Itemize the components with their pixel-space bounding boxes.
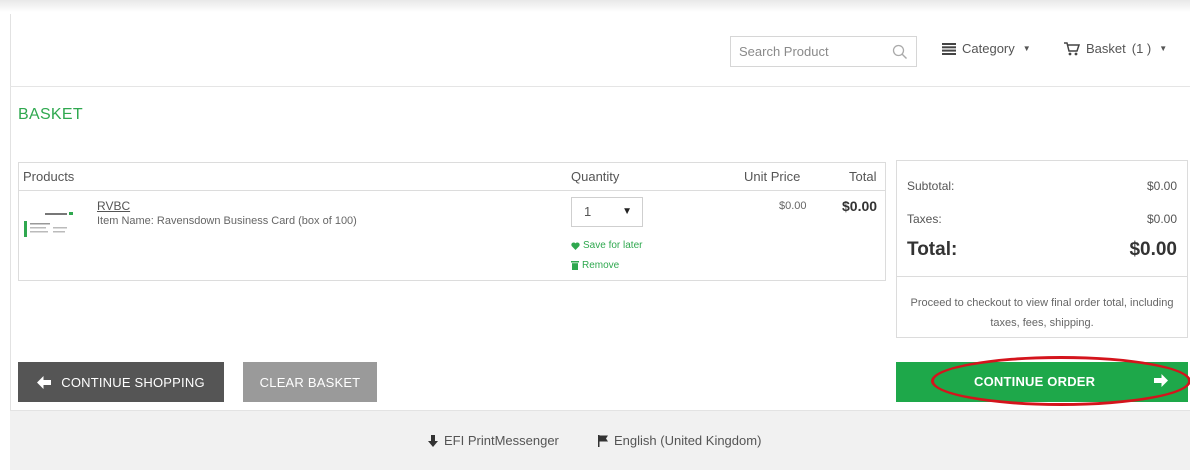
quantity-value: 1 <box>584 204 592 219</box>
download-icon <box>428 434 438 447</box>
cart-icon <box>1064 41 1080 55</box>
table-header: Products Quantity Unit Price Total <box>19 163 885 191</box>
total-label: Total: <box>907 239 958 260</box>
column-header-quantity: Quantity <box>571 169 620 184</box>
page-title: BASKET <box>18 106 83 123</box>
language-link[interactable]: English (United Kingdom) <box>598 433 761 448</box>
taxes-row: Taxes: $0.00 <box>907 212 1177 226</box>
product-thumbnail[interactable] <box>23 211 81 239</box>
total-row: Total: $0.00 <box>907 239 1177 261</box>
remove-link[interactable]: Remove <box>571 260 619 271</box>
caret-down-icon: ▼ <box>1159 44 1168 53</box>
column-header-unit-price: Unit Price <box>744 169 801 184</box>
save-for-later-label: Save for later <box>583 240 643 251</box>
remove-label: Remove <box>582 260 620 271</box>
save-for-later-link[interactable]: Save for later <box>571 240 642 251</box>
list-icon <box>942 42 956 55</box>
basket-label: Basket <box>1086 41 1126 56</box>
search-icon[interactable] <box>892 44 908 60</box>
category-menu[interactable]: Category ▼ <box>942 41 1031 56</box>
subtotal-row: Subtotal: $0.00 <box>907 179 1177 193</box>
clear-basket-label: CLEAR BASKET <box>259 374 361 390</box>
product-sku-link[interactable]: RVBC <box>97 199 130 213</box>
caret-down-icon: ▼ <box>1022 44 1031 53</box>
continue-order-label: CONTINUE ORDER <box>974 374 1096 389</box>
search-box <box>730 36 917 67</box>
flag-icon <box>598 434 608 447</box>
order-summary: Subtotal: $0.00 Taxes: $0.00 Total: $0.0… <box>896 160 1188 338</box>
basket-count: (1 ) <box>1131 41 1152 56</box>
arrow-right-icon <box>1154 374 1168 387</box>
top-shadow <box>0 0 1190 12</box>
taxes-value: $0.00 <box>1146 212 1177 226</box>
quantity-select[interactable]: 1 ▼ <box>571 197 643 227</box>
heart-icon <box>571 241 580 250</box>
subtotal-value: $0.00 <box>1146 179 1177 193</box>
taxes-label: Taxes: <box>907 212 942 226</box>
caret-down-icon: ▼ <box>622 206 632 217</box>
search-input[interactable] <box>731 37 881 66</box>
continue-order-button[interactable]: CONTINUE ORDER <box>896 362 1188 402</box>
continue-shopping-button[interactable]: CONTINUE SHOPPING <box>18 362 224 402</box>
line-total-value: $0.00 <box>842 198 878 214</box>
products-table: Products Quantity Unit Price Total RVBC … <box>18 162 886 281</box>
footer: EFI PrintMessenger English (United Kingd… <box>10 410 1190 470</box>
clear-basket-button[interactable]: CLEAR BASKET <box>243 362 377 402</box>
checkout-note: Proceed to checkout to view final order … <box>910 297 1174 329</box>
basket-menu[interactable]: Basket (1 ) ▼ <box>1064 41 1167 56</box>
total-value: $0.00 <box>1129 239 1177 260</box>
column-header-products: Products <box>23 169 75 184</box>
trash-icon <box>571 261 579 270</box>
category-label: Category <box>962 41 1015 56</box>
unit-price-value: $0.00 <box>779 200 807 212</box>
subtotal-label: Subtotal: <box>907 179 955 193</box>
continue-shopping-label: CONTINUE SHOPPING <box>61 374 205 390</box>
arrow-left-icon <box>37 375 52 389</box>
site-header: Category ▼ Basket (1 ) ▼ <box>10 14 1190 87</box>
language-label: English (United Kingdom) <box>614 433 762 448</box>
product-name: Item Name: Ravensdown Business Card (box… <box>97 215 357 227</box>
printmessenger-label: EFI PrintMessenger <box>444 433 559 448</box>
column-header-total: Total <box>849 169 877 184</box>
printmessenger-link[interactable]: EFI PrintMessenger <box>428 433 559 448</box>
summary-divider <box>897 276 1187 277</box>
